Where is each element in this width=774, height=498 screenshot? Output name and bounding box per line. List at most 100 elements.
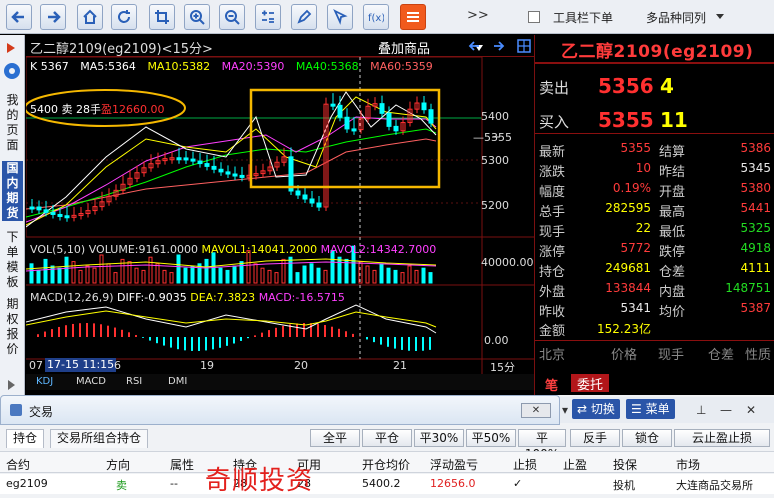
col-attribute[interactable]: 属性 (170, 456, 194, 473)
col-hedge[interactable]: 投保 (613, 456, 637, 473)
forward-arrow-icon[interactable] (40, 4, 66, 30)
tab-positions[interactable]: 持仓 (6, 429, 45, 448)
play-icon[interactable] (7, 43, 15, 53)
volume-bar (78, 269, 83, 284)
sidebar-item-order-template[interactable]: 下单模板 (2, 230, 23, 290)
chart-period[interactable]: <15分> (162, 42, 213, 57)
volume-bar (218, 267, 223, 284)
caret-down-icon[interactable]: ▾ (562, 403, 568, 417)
quote-stat-label: 内盘 (659, 285, 686, 300)
ma-legend: K 5367 MA5:5364 MA10:5382 MA20:5390 MA40… (30, 60, 441, 73)
left-sidebar: 我的页面 国内期货 下单模板 期权报价 (0, 35, 25, 395)
close-50-button[interactable]: 平50% (466, 429, 516, 447)
close-100-button[interactable]: 平100% (518, 429, 566, 461)
cloud-stop-button[interactable]: 云止盈止损 (674, 429, 770, 447)
col-open-price[interactable]: 开仓均价 (362, 456, 410, 473)
sidebar-item-option-quotes[interactable]: 期权报价 (2, 297, 23, 357)
close-all-button[interactable]: 全平 (310, 429, 360, 447)
volume-bar (148, 256, 153, 284)
zoom-out-icon[interactable] (219, 4, 245, 30)
draw-pen-icon[interactable] (291, 4, 317, 30)
tab-kdj[interactable]: KDJ (36, 376, 53, 387)
trade-icon (10, 404, 22, 416)
minimize-icon[interactable]: — (720, 403, 732, 417)
quote-stat-label: 仓差 (659, 265, 686, 280)
multi-contract-dropdown[interactable]: 多品种同列 (646, 9, 706, 26)
time-unit-label: 15分 (490, 361, 515, 374)
col-take-profit[interactable]: 止盈 (563, 456, 587, 473)
macd-axis-label: 0.00 (484, 334, 509, 347)
trade-titlebar[interactable]: 交易 ✕ (0, 395, 560, 425)
trade-toolbar: ▾ ⇄ 切换 ☰ 菜单 ⊥ — ✕ (560, 397, 774, 423)
volume-bar (379, 263, 384, 284)
close-position-button[interactable]: 平仓 (362, 429, 412, 447)
volume-legend: VOL(5,10) VOLUME:9161.0000 MAVOL1:14041.… (30, 243, 437, 256)
candle (309, 198, 315, 204)
close-button[interactable]: ✕ (521, 403, 551, 418)
candle (421, 102, 427, 111)
menu-button[interactable]: ☰ 菜单 (626, 399, 675, 419)
close-icon[interactable]: ✕ (746, 403, 756, 417)
tab-rsi[interactable]: RSI (126, 376, 142, 387)
table-row[interactable]: eg2109 卖 -- 28 28 5400.2 12656.0 ✓ 投机 大连… (0, 474, 774, 494)
col-market[interactable]: 市场 (676, 456, 700, 473)
chart-header: 乙二醇2109(eg2109)<15分> 叠加商品 (26, 35, 534, 57)
col-head-nature: 性质 (745, 348, 772, 363)
ask-price[interactable]: 5356 (598, 74, 654, 98)
chevron-down-icon[interactable] (716, 14, 724, 19)
home-icon[interactable] (77, 4, 103, 30)
col-head-time: 北京 (539, 348, 566, 363)
volume-bar (372, 269, 377, 284)
candle (351, 128, 357, 132)
candle (218, 168, 224, 173)
candle (176, 157, 182, 161)
prev-arrow-icon[interactable] (467, 39, 481, 53)
toolbar-order-checkbox[interactable] (528, 11, 540, 23)
crop-icon[interactable] (149, 4, 175, 30)
col-floating-pnl[interactable]: 浮动盈亏 (430, 456, 478, 473)
back-arrow-icon[interactable] (6, 4, 32, 30)
col-direction[interactable]: 方向 (106, 456, 130, 473)
quote-stat-value: 10 (635, 161, 651, 175)
indicator-tabs: KDJ MACD RSI DMI (26, 374, 534, 390)
sidebar-item-domestic-futures[interactable]: 国内期货 (2, 161, 23, 221)
next-arrow-icon[interactable] (492, 39, 506, 53)
ma5-label: MA5:5364 (80, 60, 136, 73)
volume-bar (407, 265, 412, 284)
candle (225, 171, 231, 175)
overlay-symbol-dropdown[interactable]: 叠加商品 (378, 38, 430, 57)
volume-bar (113, 272, 118, 284)
formula-icon[interactable]: f(x) (363, 4, 389, 30)
layout-grid-icon[interactable] (517, 39, 531, 53)
positions-table-header: 合约 方向 属性 持仓 可用 开仓均价 浮动盈亏 止损 止盈 投保 市场 (0, 451, 774, 473)
row-stop-loss[interactable]: ✓ (513, 477, 522, 490)
refresh-icon[interactable] (111, 4, 137, 30)
ma20-label: MA20:5390 (221, 60, 285, 73)
tab-macd[interactable]: MACD (76, 376, 106, 387)
price-axis-label: 5200 (481, 199, 509, 212)
tab-dmi[interactable]: DMI (168, 376, 187, 387)
close-30-button[interactable]: 平30% (414, 429, 464, 447)
tab-entrust[interactable]: 委托 (571, 374, 610, 393)
switch-button[interactable]: ⇄ 切换 (572, 399, 620, 419)
calculator-icon[interactable] (255, 4, 281, 30)
volume-bar (204, 258, 209, 284)
list-menu-icon[interactable] (400, 4, 426, 30)
pin-icon[interactable]: ⊥ (696, 403, 706, 417)
tab-ticks[interactable]: 笔 (545, 375, 558, 394)
volume-bar (92, 267, 97, 284)
quote-stat-label: 涨跌 (539, 165, 566, 180)
pointer-icon[interactable] (327, 4, 353, 30)
gear-icon[interactable] (4, 63, 20, 79)
current-price-axis-label: —5355 (473, 131, 512, 144)
sidebar-expand-icon[interactable] (8, 380, 15, 390)
lock-button[interactable]: 锁仓 (622, 429, 672, 447)
tab-exchange-combo-positions[interactable]: 交易所组合持仓 (50, 429, 149, 448)
sidebar-item-my-page[interactable]: 我的页面 (2, 93, 23, 153)
bid-price[interactable]: 5355 (598, 108, 654, 132)
zoom-in-icon[interactable] (184, 4, 210, 30)
col-contract[interactable]: 合约 (6, 456, 30, 473)
reverse-button[interactable]: 反手 (570, 429, 620, 447)
col-stop-loss[interactable]: 止损 (513, 456, 537, 473)
more-tools-button[interactable]: >> (467, 8, 489, 23)
